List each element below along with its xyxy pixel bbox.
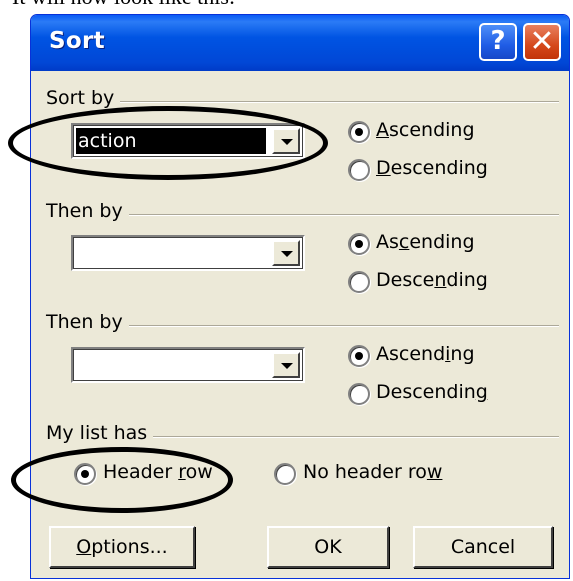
sort-by-value: action bbox=[76, 128, 266, 154]
then-by-2-value bbox=[76, 352, 266, 378]
cancel-button[interactable]: Cancel bbox=[413, 526, 553, 568]
list-has-label: My list has bbox=[46, 422, 154, 444]
accelerator-key: g bbox=[475, 381, 488, 403]
sort-by-divider bbox=[47, 101, 559, 103]
chevron-down-icon[interactable] bbox=[272, 352, 300, 378]
options-button[interactable]: Options... bbox=[49, 526, 195, 568]
label-part: ow bbox=[185, 461, 213, 483]
accelerator-key: O bbox=[76, 536, 92, 558]
caption-text: It will now look like this: bbox=[12, 0, 242, 8]
label-part: ding bbox=[446, 269, 488, 291]
then-by-1-descending-label[interactable]: Descending bbox=[376, 269, 488, 291]
label-part: Desce bbox=[376, 269, 435, 291]
then-by-2-descending-label[interactable]: Descending bbox=[376, 381, 488, 403]
accelerator-key: n bbox=[434, 269, 447, 291]
accelerator-key: A bbox=[376, 119, 389, 141]
label-part: scending bbox=[389, 119, 475, 141]
then-by-1-ascending-radio[interactable] bbox=[348, 233, 370, 255]
label-part: Header bbox=[103, 461, 179, 483]
label-part: ptions... bbox=[91, 536, 168, 558]
then-by-2-ascending-radio[interactable] bbox=[348, 345, 370, 367]
ok-button[interactable]: OK bbox=[267, 526, 389, 568]
label-part: As bbox=[376, 231, 399, 253]
then-by-1-value bbox=[76, 240, 266, 266]
then-by-2-combobox[interactable] bbox=[71, 347, 305, 383]
then-by-1-descending-radio[interactable] bbox=[348, 271, 370, 293]
header-row-label[interactable]: Header row bbox=[103, 461, 213, 483]
then-by-1-combobox[interactable] bbox=[71, 235, 305, 271]
accelerator-key: w bbox=[426, 461, 443, 483]
sort-by-ascending-label[interactable]: Ascending bbox=[376, 119, 475, 141]
then-by-1-ascending-label[interactable]: Ascending bbox=[376, 231, 475, 253]
label-part: No header ro bbox=[303, 461, 427, 483]
then-by-2-ascending-label[interactable]: Ascending bbox=[376, 343, 475, 365]
then-by-2-descending-radio[interactable] bbox=[348, 383, 370, 405]
accelerator-key: c bbox=[398, 231, 410, 253]
dialog-title: Sort bbox=[49, 28, 105, 54]
label-part: escending bbox=[390, 157, 488, 179]
no-header-row-radio[interactable] bbox=[274, 463, 296, 485]
then-by-2-label: Then by bbox=[46, 311, 129, 333]
close-icon[interactable]: ✕ bbox=[523, 23, 561, 61]
label-part: ending bbox=[409, 231, 475, 253]
sort-by-ascending-radio[interactable] bbox=[348, 121, 370, 143]
help-icon[interactable]: ? bbox=[479, 23, 517, 61]
chevron-down-icon[interactable] bbox=[272, 128, 300, 154]
sort-by-combobox[interactable]: action bbox=[71, 123, 305, 159]
sort-dialog: Sort ? ✕ Sort by action Ascending Descen… bbox=[30, 14, 570, 579]
accelerator-key: D bbox=[376, 157, 391, 179]
sort-by-label: Sort by bbox=[46, 87, 121, 109]
label-part: Ascend bbox=[376, 343, 446, 365]
label-part: ng bbox=[450, 343, 475, 365]
then-by-1-label: Then by bbox=[46, 200, 129, 222]
sort-by-descending-radio[interactable] bbox=[348, 159, 370, 181]
header-row-radio[interactable] bbox=[74, 463, 96, 485]
label-part: Descendin bbox=[376, 381, 476, 403]
chevron-down-icon[interactable] bbox=[272, 240, 300, 266]
title-bar[interactable]: Sort ? ✕ bbox=[31, 15, 569, 71]
no-header-row-label[interactable]: No header row bbox=[303, 461, 442, 483]
sort-by-descending-label[interactable]: Descending bbox=[376, 157, 488, 179]
accelerator-key: r bbox=[178, 461, 186, 483]
